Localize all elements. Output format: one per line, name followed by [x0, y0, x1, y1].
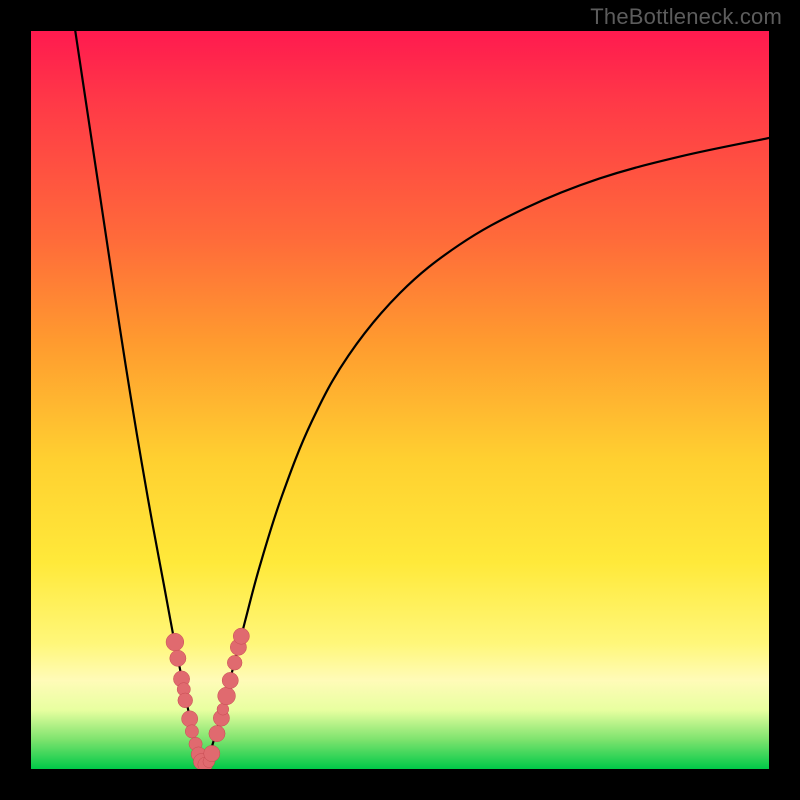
bottleneck-curve-svg — [31, 31, 769, 769]
sample-dot — [209, 725, 225, 741]
sample-dot — [166, 633, 184, 651]
curve-right-branch — [205, 138, 769, 765]
watermark-text: TheBottleneck.com — [590, 4, 782, 30]
sample-dots-group — [166, 628, 249, 769]
sample-dot — [170, 650, 186, 666]
sample-dot — [233, 628, 249, 644]
chart-frame: TheBottleneck.com — [0, 0, 800, 800]
sample-dot — [222, 672, 238, 688]
sample-dot — [178, 693, 193, 708]
sample-dot — [218, 687, 236, 705]
sample-dot — [227, 655, 242, 670]
sample-dot — [204, 745, 220, 761]
sample-dot — [182, 711, 198, 727]
sample-dot — [185, 725, 198, 738]
plot-area — [31, 31, 769, 769]
sample-dot — [217, 703, 229, 715]
